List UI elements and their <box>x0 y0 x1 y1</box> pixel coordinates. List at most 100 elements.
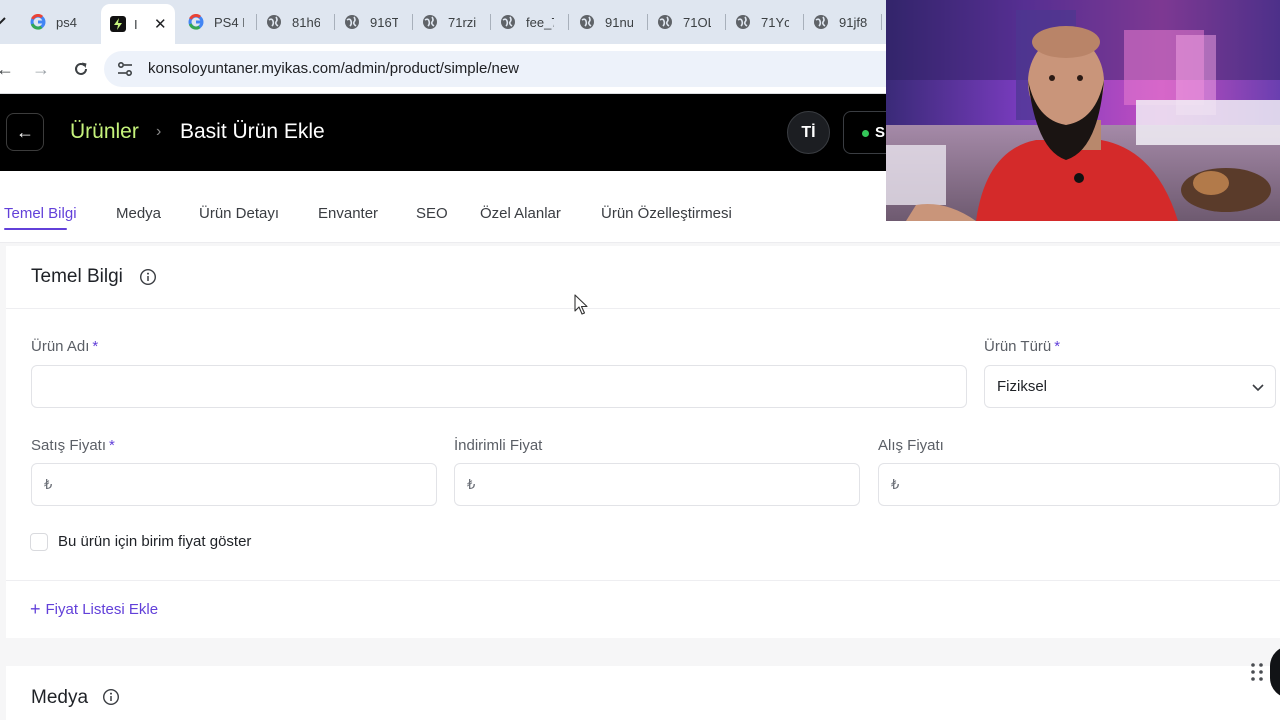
globe-icon <box>814 15 828 29</box>
check-icon <box>0 17 6 25</box>
url-text: konsoloyuntaner.myikas.com/admin/product… <box>148 60 520 77</box>
info-icon[interactable] <box>139 268 157 286</box>
browser-tab[interactable]: 91jf8 <box>813 6 873 38</box>
chevron-down-icon <box>1252 384 1264 392</box>
purchase-price-field[interactable]: ₺ <box>878 463 1280 506</box>
browser-tab[interactable]: fee_7 <box>500 6 560 38</box>
sale-price-field[interactable]: ₺ <box>31 463 437 506</box>
google-icon <box>30 14 46 30</box>
tab-medya[interactable]: Medya <box>116 205 161 222</box>
browser-tab-title: 71rzi <box>448 14 476 30</box>
browser-tab-title: 71Yc <box>761 14 789 30</box>
unit-price-checkbox-label[interactable]: Bu ürün için birim fiyat göster <box>58 533 251 550</box>
tab-separator <box>412 14 413 30</box>
globe-icon <box>580 15 594 29</box>
breadcrumb-products[interactable]: Ürünler <box>70 120 139 144</box>
forward-arrow-icon[interactable]: → <box>30 58 52 80</box>
browser-tab[interactable]: 916T <box>344 6 404 38</box>
browser-tab[interactable]: 71rzi <box>422 6 482 38</box>
divider <box>6 308 1280 309</box>
webcam-overlay <box>886 0 1280 221</box>
back-arrow-icon[interactable]: ← <box>0 58 16 80</box>
tab-urun-ozellestirmesi[interactable]: Ürün Özelleştirmesi <box>601 205 732 222</box>
info-icon[interactable] <box>102 688 120 706</box>
tab-seo[interactable]: SEO <box>416 205 448 222</box>
product-type-value: Fiziksel <box>997 378 1048 395</box>
avatar[interactable]: Tİ <box>787 111 830 154</box>
mouse-cursor-icon <box>574 294 588 315</box>
browser-tab[interactable]: PS4 I <box>188 6 248 38</box>
webcam-video <box>886 0 1280 221</box>
ikas-icon <box>110 16 126 32</box>
back-button[interactable]: ← <box>6 113 44 151</box>
product-type-label: Ürün Türü * <box>984 338 1061 355</box>
sale-price-input[interactable] <box>32 464 436 505</box>
browser-tab-title: 91nu <box>605 14 633 30</box>
globe-icon <box>658 15 672 29</box>
add-price-list-button[interactable]: + Fiyat Listesi Ekle <box>30 599 159 619</box>
tab-temel-bilgi[interactable]: Temel Bilgi <box>4 205 77 222</box>
avatar-initials: Tİ <box>801 123 816 141</box>
browser-tab-title: I <box>134 16 138 32</box>
product-name-label: Ürün Adı * <box>31 338 99 355</box>
unit-price-checkbox[interactable] <box>30 533 48 551</box>
purchase-price-input[interactable] <box>879 464 1279 505</box>
arrow-left-icon: ← <box>16 121 34 142</box>
status-dot-icon <box>862 130 869 137</box>
plus-icon: + <box>30 599 41 619</box>
globe-icon <box>267 15 281 29</box>
store-label: S <box>875 124 886 141</box>
active-tab-indicator <box>4 228 67 230</box>
reload-icon[interactable] <box>70 58 92 80</box>
tab-separator <box>490 14 491 30</box>
section-title: Medya <box>31 687 89 708</box>
drag-handle-icon[interactable] <box>1249 661 1265 683</box>
browser-tab-title: 81h6 <box>292 14 320 30</box>
browser-tab[interactable]: 71OL <box>657 6 717 38</box>
tab-envanter[interactable]: Envanter <box>318 205 378 222</box>
media-card: Medya <box>6 666 1280 720</box>
product-type-select[interactable]: Fiziksel <box>984 365 1276 408</box>
browser-tab[interactable]: 91nu <box>579 6 639 38</box>
page-title: Basit Ürün Ekle <box>180 120 325 143</box>
site-settings-icon[interactable] <box>116 60 134 78</box>
chevron-right-icon: › <box>156 123 162 140</box>
tab-separator <box>803 14 804 30</box>
browser-tab-active[interactable]: I ✕ <box>101 4 175 44</box>
product-name-input[interactable] <box>32 366 966 407</box>
sale-price-label: Satış Fiyatı * <box>31 437 115 454</box>
browser-tab-check[interactable] <box>0 6 6 38</box>
globe-icon <box>423 15 437 29</box>
divider <box>6 580 1280 581</box>
browser-tab[interactable]: ps4 g <box>30 6 100 38</box>
browser-tab-title: 71OL <box>683 14 711 30</box>
browser-tab-title: fee_7 <box>526 14 554 30</box>
tab-separator <box>256 14 257 30</box>
basic-info-card: Temel Bilgi Ürün Adı * Ürün Türü * Fizikse… <box>6 246 1280 638</box>
product-name-field[interactable] <box>31 365 967 408</box>
browser-tab-title: 916T <box>370 14 398 30</box>
purchase-price-label: Alış Fiyatı <box>878 437 944 454</box>
browser-tab[interactable]: 81h6 <box>266 6 326 38</box>
browser-tab-title: ps4 g <box>56 14 80 30</box>
google-icon <box>188 14 204 30</box>
discount-price-input[interactable] <box>455 464 859 505</box>
discount-price-field[interactable]: ₺ <box>454 463 860 506</box>
discount-price-label: İndirimli Fiyat <box>454 437 543 454</box>
close-icon[interactable]: ✕ <box>154 15 167 33</box>
globe-icon <box>345 15 359 29</box>
tab-separator <box>647 14 648 30</box>
browser-tab[interactable]: 71Yc <box>735 6 795 38</box>
browser-tab-title: 91jf8 <box>839 14 867 30</box>
address-bar[interactable]: konsoloyuntaner.myikas.com/admin/product… <box>104 51 904 87</box>
section-title: Temel Bilgi <box>31 266 123 287</box>
add-price-list-label: Fiyat Listesi Ekle <box>45 601 159 618</box>
tab-separator <box>334 14 335 30</box>
tab-separator <box>725 14 726 30</box>
tab-separator <box>881 14 882 30</box>
tab-ozel-alanlar[interactable]: Özel Alanlar <box>480 205 561 222</box>
globe-icon <box>736 15 750 29</box>
tab-urun-detayi[interactable]: Ürün Detayı <box>199 205 279 222</box>
tab-separator <box>568 14 569 30</box>
globe-icon <box>501 15 515 29</box>
